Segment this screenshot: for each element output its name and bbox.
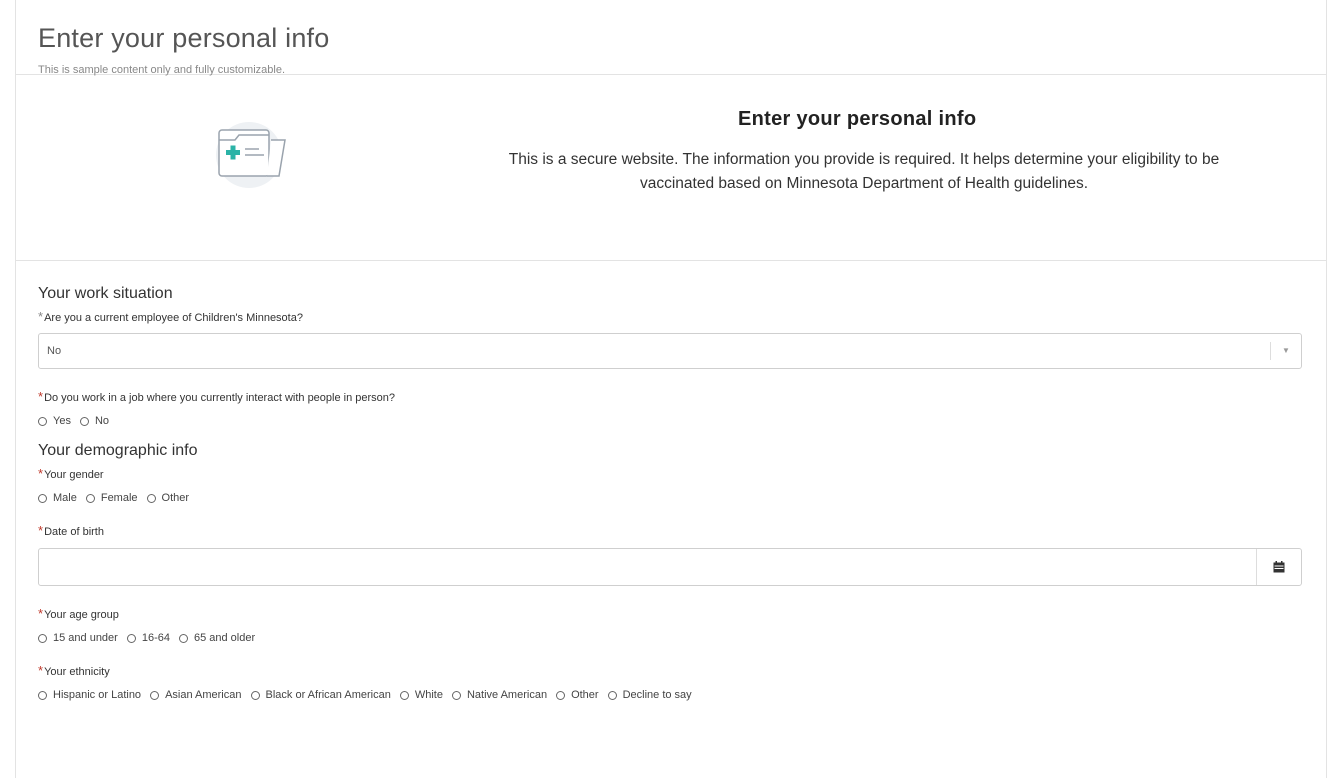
- radio-circle-icon[interactable]: [79, 416, 89, 426]
- radio-male[interactable]: Male: [38, 491, 77, 505]
- radio-ethnicity-other[interactable]: Other: [556, 688, 599, 702]
- radio-circle-icon[interactable]: [451, 690, 461, 700]
- age-radio-group: 15 and under 16-64 65 and older: [38, 631, 1302, 645]
- radio-age-65-older[interactable]: 65 and older: [178, 631, 255, 645]
- form-page: Enter your personal info This is sample …: [15, 0, 1327, 778]
- radio-no[interactable]: No: [79, 414, 109, 428]
- radio-decline-to-say[interactable]: Decline to say: [607, 688, 692, 702]
- ethnicity-label: *Your ethnicity: [38, 663, 110, 679]
- chevron-down-icon[interactable]: ▼: [1270, 342, 1301, 360]
- radio-asian-american[interactable]: Asian American: [150, 688, 242, 702]
- radio-circle-icon[interactable]: [38, 493, 47, 503]
- radio-age-16-64[interactable]: 16-64: [126, 631, 170, 645]
- ethnicity-radio-group: Hispanic or Latino Asian American Black …: [38, 688, 1302, 702]
- calendar-button[interactable]: [1256, 549, 1301, 585]
- personal-info-form: Your work situation *Are you a current e…: [16, 261, 1326, 702]
- radio-circle-icon[interactable]: [38, 690, 47, 700]
- demographic-section-title: Your demographic info: [38, 442, 198, 459]
- radio-age-15-under[interactable]: 15 and under: [38, 631, 118, 645]
- radio-hispanic-latino[interactable]: Hispanic or Latino: [38, 688, 141, 702]
- radio-circle-icon[interactable]: [607, 690, 617, 700]
- required-marker: *: [38, 389, 44, 404]
- required-marker: *: [38, 466, 44, 481]
- required-marker: *: [38, 663, 44, 678]
- radio-circle-icon[interactable]: [38, 416, 47, 426]
- gender-radio-group: Male Female Other: [38, 491, 1302, 505]
- required-marker: *: [38, 309, 44, 324]
- required-marker: *: [38, 606, 44, 621]
- medical-folder-icon: [216, 122, 286, 188]
- radio-black-african-american[interactable]: Black or African American: [250, 688, 391, 702]
- radio-circle-icon[interactable]: [85, 493, 95, 503]
- interact-radio-group: Yes No: [38, 414, 1302, 428]
- page-header: Enter your personal info This is sample …: [16, 0, 1326, 76]
- radio-circle-icon[interactable]: [150, 690, 160, 700]
- radio-circle-icon[interactable]: [38, 633, 47, 643]
- gender-label: *Your gender: [38, 466, 104, 482]
- interact-question-label: *Do you work in a job where you currentl…: [38, 389, 396, 405]
- radio-circle-icon[interactable]: [250, 690, 260, 700]
- age-label: *Your age group: [38, 606, 119, 622]
- radio-white[interactable]: White: [399, 688, 443, 702]
- radio-circle-icon[interactable]: [126, 633, 136, 643]
- radio-circle-icon[interactable]: [178, 633, 188, 643]
- calendar-icon: [1273, 561, 1285, 573]
- work-section-title: Your work situation: [38, 285, 173, 302]
- employee-question-label: *Are you a current employee of Children'…: [38, 309, 303, 325]
- banner-description: This is a secure website. The informatio…: [508, 151, 1220, 192]
- info-banner: Enter your personal info This is a secur…: [16, 75, 1326, 261]
- radio-yes[interactable]: Yes: [38, 414, 71, 428]
- employee-select-value: No: [47, 345, 62, 357]
- radio-female[interactable]: Female: [85, 491, 138, 505]
- radio-circle-icon[interactable]: [556, 690, 566, 700]
- dob-label: *Date of birth: [38, 523, 104, 539]
- radio-circle-icon[interactable]: [146, 493, 156, 503]
- radio-other[interactable]: Other: [146, 491, 189, 505]
- banner-title: Enter your personal info: [738, 108, 977, 130]
- page-title: Enter your personal info: [38, 23, 330, 53]
- required-marker: *: [38, 523, 44, 538]
- employee-select[interactable]: No ▼: [38, 333, 1302, 369]
- dob-input[interactable]: [38, 548, 1302, 586]
- radio-circle-icon[interactable]: [399, 690, 409, 700]
- radio-native-american[interactable]: Native American: [451, 688, 547, 702]
